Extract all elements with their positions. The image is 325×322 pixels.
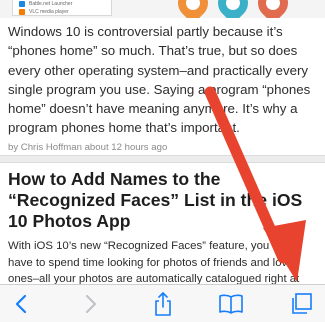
article-image-strip: Battle.net Launcher VLC media player [0, 0, 325, 18]
share-icon [155, 292, 171, 316]
article-divider [0, 155, 325, 163]
article-summary: Windows 10 is controversial partly becau… [8, 22, 315, 153]
thumbnail-label: VLC media player [29, 8, 69, 15]
tabs-button[interactable] [284, 289, 318, 319]
bookmarks-button[interactable] [214, 289, 248, 319]
map-pin-icon [251, 0, 295, 18]
back-chevron-icon [15, 294, 27, 314]
article-body: Windows 10 is controversial partly becau… [8, 24, 311, 136]
battlenet-icon [19, 0, 25, 7]
vlc-icon [19, 8, 25, 15]
bookmarks-icon [219, 294, 243, 314]
thumbnail-label: Battle.net Launcher [29, 0, 73, 7]
article-headline[interactable]: How to Add Names to the “Recognized Face… [8, 169, 315, 232]
map-pin-icon [211, 0, 255, 18]
app-list-thumbnail: Battle.net Launcher VLC media player [12, 0, 112, 16]
article-byline[interactable]: by Chris Hoffman about 12 hours ago [8, 142, 315, 153]
thumbnail-row: Battle.net Launcher [19, 0, 72, 7]
tabs-icon [292, 293, 312, 314]
share-button[interactable] [146, 289, 180, 319]
safari-toolbar [0, 284, 325, 322]
back-button[interactable] [4, 289, 38, 319]
forward-chevron-icon [85, 294, 97, 314]
map-pin-icon [171, 0, 215, 18]
forward-button[interactable] [74, 289, 108, 319]
thumbnail-row: VLC media player [19, 8, 69, 15]
